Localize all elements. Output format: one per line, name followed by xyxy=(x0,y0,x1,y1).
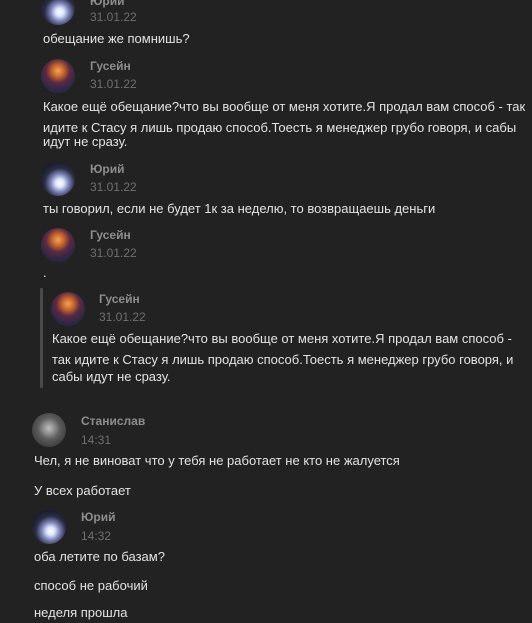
message-text: оба летите по базам? xyxy=(34,549,165,564)
message-date: 31.01.22 xyxy=(90,246,137,260)
message-text: У всех работает xyxy=(34,483,131,498)
quote-bar xyxy=(40,288,43,388)
message-text: ты говорил, если не будет 1к за неделю, … xyxy=(43,201,436,216)
avatar-yuri[interactable] xyxy=(32,510,66,544)
author-name[interactable]: Станислав xyxy=(81,414,145,428)
author-name[interactable]: Юрий xyxy=(90,0,124,8)
message-text-line: Какое ещё обещание?что вы вообще от меня… xyxy=(43,99,526,114)
author-name[interactable]: Юрий xyxy=(90,162,124,176)
message-text: способ не рабочий xyxy=(34,578,148,593)
message-date: 31.01.22 xyxy=(90,77,137,91)
message-text: Чел, я не виноват что у тебя не работает… xyxy=(34,453,400,468)
message-text: обещание же помнишь? xyxy=(43,31,190,46)
message-date: 14:32 xyxy=(81,529,112,543)
avatar-stanislav[interactable] xyxy=(32,413,66,447)
author-name[interactable]: Гусейн xyxy=(90,59,131,73)
author-name[interactable]: Юрий xyxy=(81,510,115,524)
message-text: . xyxy=(43,265,47,280)
quoted-author-name[interactable]: Гусейн xyxy=(99,292,140,306)
avatar-gusein[interactable] xyxy=(41,228,75,262)
message-date: 14:31 xyxy=(81,433,112,447)
avatar-yuri[interactable] xyxy=(41,162,75,196)
avatar-gusein[interactable] xyxy=(41,59,75,93)
avatar-yuri[interactable] xyxy=(41,0,75,25)
quoted-avatar-gusein[interactable] xyxy=(51,292,85,326)
quoted-message-date: 31.01.22 xyxy=(99,310,146,324)
quoted-text-line: сабы идут не сразу. xyxy=(52,369,171,384)
message-date: 31.01.22 xyxy=(90,10,137,24)
quoted-text-line: Какое ещё обещание?что вы вообще от меня… xyxy=(52,331,512,346)
message-text: неделя прошла xyxy=(34,605,128,620)
message-text-line: идут не сразу. xyxy=(43,134,128,149)
author-name[interactable]: Гусейн xyxy=(90,228,131,242)
message-date: 31.01.22 xyxy=(90,180,137,194)
